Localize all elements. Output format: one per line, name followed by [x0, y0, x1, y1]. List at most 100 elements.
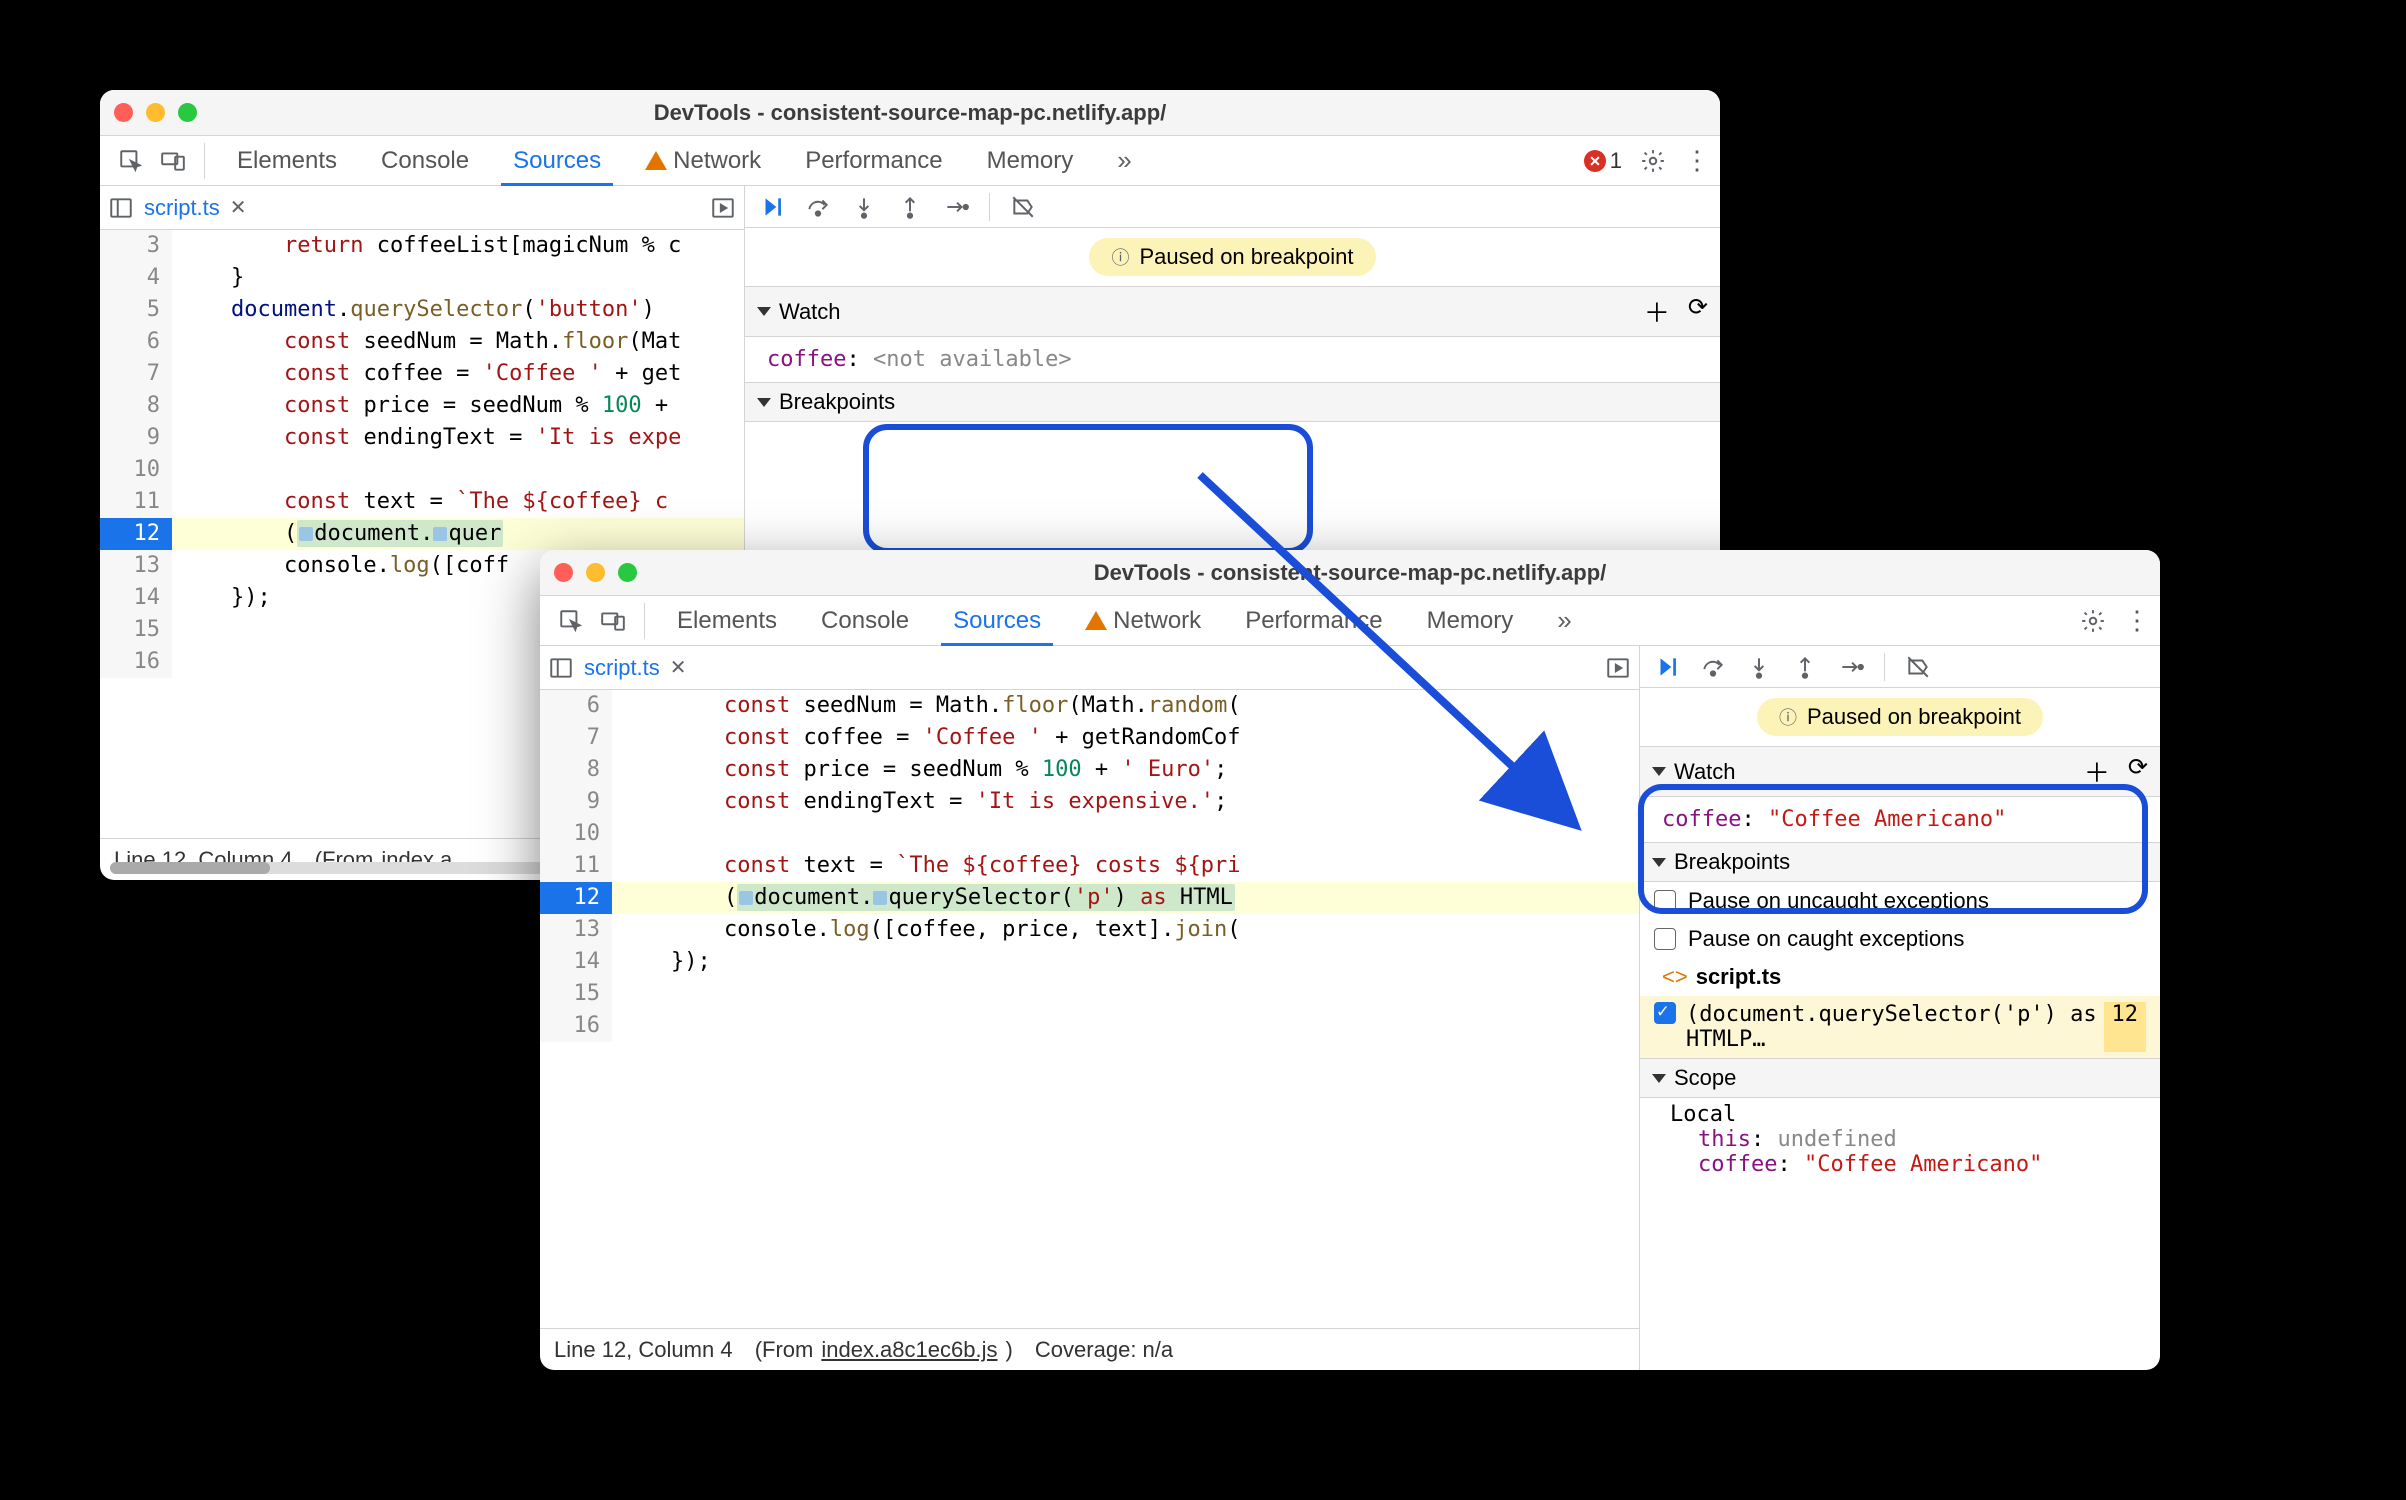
run-snippet-icon[interactable] — [710, 195, 736, 221]
close-icon[interactable]: ✕ — [230, 195, 247, 220]
minimize-window-icon[interactable] — [586, 563, 605, 582]
tab-performance[interactable]: Performance — [1223, 596, 1404, 645]
tab-elements[interactable]: Elements — [215, 136, 359, 185]
refresh-icon[interactable]: ⟳ — [2128, 753, 2148, 790]
breakpoint-row[interactable]: (document.querySelector('p') as HTMLP… 1… — [1640, 996, 2160, 1058]
window-title: DevTools - consistent-source-map-pc.netl… — [100, 100, 1720, 126]
step-out-icon[interactable] — [897, 194, 923, 220]
code-line[interactable]: 4 } — [100, 262, 744, 294]
resume-icon[interactable] — [1654, 654, 1680, 680]
step-into-icon[interactable] — [851, 194, 877, 220]
code-line[interactable]: 13 console.log([coffee, price, text].joi… — [540, 914, 1639, 946]
device-toggle-icon[interactable] — [160, 148, 186, 174]
code-line[interactable]: 5 document.querySelector('button') — [100, 294, 744, 326]
breakpoints-header[interactable]: Breakpoints — [745, 382, 1720, 422]
inspect-icon[interactable] — [558, 608, 584, 634]
tab-console[interactable]: Console — [359, 136, 491, 185]
kebab-icon[interactable]: ⋮ — [2124, 605, 2150, 636]
breakpoints-title: Breakpoints — [1674, 849, 1790, 875]
step-over-icon[interactable] — [1700, 654, 1726, 680]
code-line[interactable]: 7 const coffee = 'Coffee ' + getRandomCo… — [540, 722, 1639, 754]
pause-caught-row[interactable]: Pause on caught exceptions — [1640, 920, 2160, 958]
step-icon[interactable] — [1838, 654, 1864, 680]
code-line[interactable]: 9 const endingText = 'It is expe — [100, 422, 744, 454]
watch-header[interactable]: Watch ＋ ⟳ — [1640, 746, 2160, 797]
tab-network[interactable]: Network — [623, 136, 783, 185]
step-out-icon[interactable] — [1792, 654, 1818, 680]
minimize-window-icon[interactable] — [146, 103, 165, 122]
add-watch-icon[interactable]: ＋ — [2084, 753, 2110, 790]
debug-toolbar — [1640, 646, 2160, 688]
deactivate-breakpoints-icon[interactable] — [1010, 194, 1036, 220]
deactivate-breakpoints-icon[interactable] — [1905, 654, 1931, 680]
kebab-icon[interactable]: ⋮ — [1684, 145, 1710, 176]
scope-header[interactable]: Scope — [1640, 1058, 2160, 1098]
run-snippet-icon[interactable] — [1605, 655, 1631, 681]
close-icon[interactable]: ✕ — [670, 655, 687, 680]
gear-icon[interactable] — [2080, 608, 2106, 634]
add-watch-icon[interactable]: ＋ — [1644, 293, 1670, 330]
step-icon[interactable] — [943, 194, 969, 220]
code-editor[interactable]: 6 const seedNum = Math.floor(Math.random… — [540, 690, 1639, 1328]
tab-more[interactable]: » — [1535, 596, 1588, 645]
code-line[interactable]: 6 const seedNum = Math.floor(Mat — [100, 326, 744, 358]
watch-header[interactable]: Watch ＋ ⟳ — [745, 286, 1720, 337]
code-line[interactable]: 15 — [540, 978, 1639, 1010]
close-window-icon[interactable] — [114, 103, 133, 122]
tab-performance[interactable]: Performance — [783, 136, 964, 185]
chevron-down-icon — [1652, 1074, 1666, 1083]
code-line[interactable]: 10 — [540, 818, 1639, 850]
code-line[interactable]: 11 const text = `The ${coffee} costs ${p… — [540, 850, 1639, 882]
inspect-icon[interactable] — [118, 148, 144, 174]
code-line[interactable]: 8 const price = seedNum % 100 + ' Euro'; — [540, 754, 1639, 786]
tab-memory[interactable]: Memory — [965, 136, 1096, 185]
code-line[interactable]: 6 const seedNum = Math.floor(Math.random… — [540, 690, 1639, 722]
resume-icon[interactable] — [759, 194, 785, 220]
code-line[interactable]: 8 const price = seedNum % 100 + — [100, 390, 744, 422]
code-line[interactable]: 12 (document.quer — [100, 518, 744, 550]
tab-elements[interactable]: Elements — [655, 596, 799, 645]
tab-more[interactable]: » — [1095, 136, 1148, 185]
status-from-label: (From — [755, 1337, 814, 1363]
close-window-icon[interactable] — [554, 563, 573, 582]
code-line[interactable]: 9 const endingText = 'It is expensive.'; — [540, 786, 1639, 818]
breakpoint-file[interactable]: <> script.ts — [1640, 958, 2160, 996]
code-line[interactable]: 16 — [540, 1010, 1639, 1042]
code-line[interactable]: 10 — [100, 454, 744, 486]
maximize-window-icon[interactable] — [178, 103, 197, 122]
refresh-icon[interactable]: ⟳ — [1688, 293, 1708, 330]
code-line[interactable]: 7 const coffee = 'Coffee ' + get — [100, 358, 744, 390]
status-source-file[interactable]: index.a8c1ec6b.js — [821, 1337, 997, 1363]
watch-title: Watch — [779, 299, 841, 325]
chevron-down-icon — [1652, 858, 1666, 867]
gear-icon[interactable] — [1640, 148, 1666, 174]
tab-memory[interactable]: Memory — [1405, 596, 1536, 645]
error-count[interactable]: 1 — [1584, 148, 1622, 174]
checkbox-icon[interactable] — [1654, 890, 1676, 912]
panel-toggle-icon[interactable] — [108, 195, 134, 221]
code-line[interactable]: 14 }); — [540, 946, 1639, 978]
pause-uncaught-row[interactable]: Pause on uncaught exceptions — [1640, 882, 2160, 920]
breakpoints-header[interactable]: Breakpoints — [1640, 842, 2160, 882]
code-line[interactable]: 12 (document.querySelector('p') as HTML — [540, 882, 1639, 914]
panel-toggle-icon[interactable] — [548, 655, 574, 681]
file-tab[interactable]: script.ts ✕ — [134, 195, 257, 221]
titlebar: DevTools - consistent-source-map-pc.netl… — [540, 550, 2160, 596]
code-line[interactable]: 11 const text = `The ${coffee} c — [100, 486, 744, 518]
step-into-icon[interactable] — [1746, 654, 1772, 680]
tab-sources[interactable]: Sources — [931, 596, 1063, 645]
paused-label: Paused on breakpoint — [1807, 704, 2021, 730]
step-over-icon[interactable] — [805, 194, 831, 220]
code-line[interactable]: 3 return coffeeList[magicNum % c — [100, 230, 744, 262]
checkbox-icon[interactable] — [1654, 1002, 1676, 1024]
maximize-window-icon[interactable] — [618, 563, 637, 582]
checkbox-icon[interactable] — [1654, 928, 1676, 950]
file-tab-label: script.ts — [144, 195, 220, 221]
file-tab[interactable]: script.ts ✕ — [574, 655, 697, 681]
device-toggle-icon[interactable] — [600, 608, 626, 634]
watch-body: coffee: "Coffee Americano" — [1640, 797, 2160, 842]
tab-sources[interactable]: Sources — [491, 136, 623, 185]
warning-icon — [1085, 611, 1107, 630]
tab-network[interactable]: Network — [1063, 596, 1223, 645]
tab-console[interactable]: Console — [799, 596, 931, 645]
